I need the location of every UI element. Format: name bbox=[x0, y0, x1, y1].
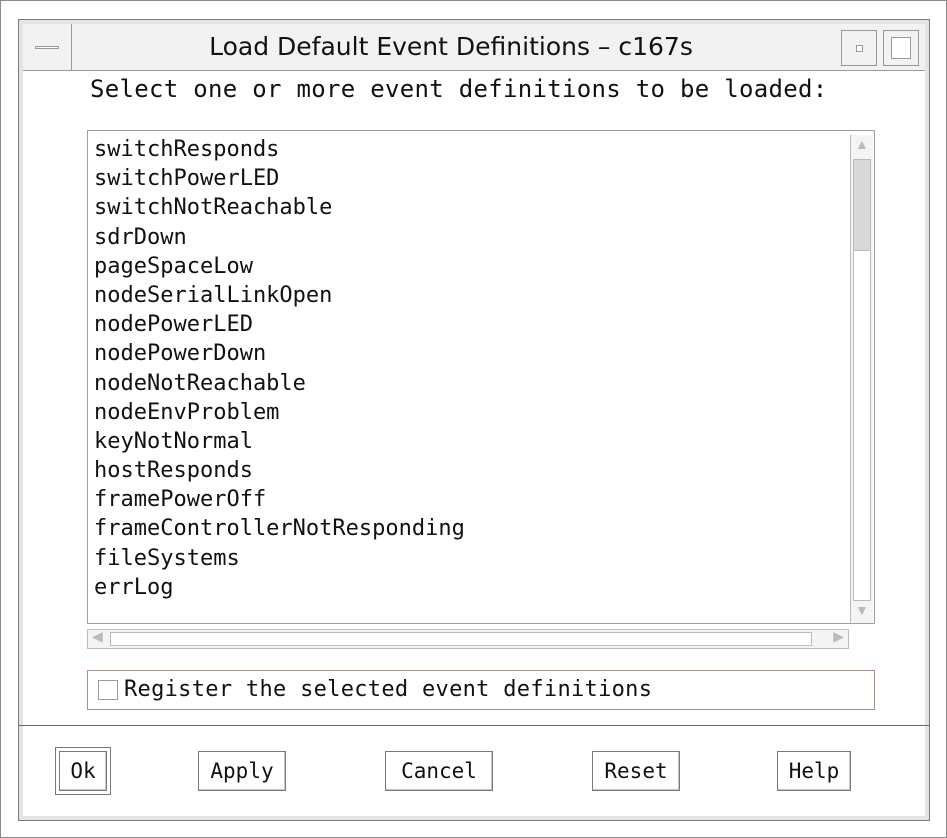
list-item[interactable]: errLog bbox=[94, 573, 874, 602]
minimize-icon[interactable] bbox=[841, 30, 877, 66]
register-option[interactable]: Register the selected event definitions bbox=[87, 670, 875, 710]
window-title: Load Default Event Definitions – c167s bbox=[209, 32, 693, 61]
list-item[interactable]: pageSpaceLow bbox=[94, 252, 874, 281]
vertical-scrollbar[interactable]: ▲ ▼ bbox=[850, 135, 873, 623]
horizontal-scrollbar[interactable]: ◀ ▶ bbox=[87, 629, 849, 649]
list-item[interactable]: nodeNotReachable bbox=[94, 369, 874, 398]
screenshot-frame: Load Default Event Definitions – c167s S… bbox=[0, 0, 947, 838]
left-arrow-icon[interactable]: ◀ bbox=[92, 631, 103, 645]
list-item[interactable]: switchNotReachable bbox=[94, 193, 874, 222]
list-item[interactable]: nodeSerialLinkOpen bbox=[94, 281, 874, 310]
register-checkbox-label[interactable]: Register the selected event definitions bbox=[124, 671, 652, 709]
reset-button[interactable]: Reset bbox=[592, 751, 680, 791]
button-separator bbox=[19, 725, 929, 726]
maximize-icon[interactable] bbox=[883, 30, 919, 66]
cancel-button[interactable]: Cancel bbox=[385, 751, 493, 791]
list-item[interactable]: switchPowerLED bbox=[94, 164, 874, 193]
event-definitions-list[interactable]: switchResponds switchPowerLED switchNotRea… bbox=[87, 130, 875, 624]
instruction-label: Select one or more event definitions to … bbox=[90, 75, 828, 103]
down-arrow-icon[interactable]: ▼ bbox=[855, 605, 869, 619]
dialog-window: Load Default Event Definitions – c167s S… bbox=[18, 19, 930, 821]
ok-button[interactable]: Ok bbox=[55, 747, 111, 795]
list-item[interactable]: sdrDown bbox=[94, 223, 874, 252]
apply-button[interactable]: Apply bbox=[198, 751, 286, 791]
list-item[interactable]: switchResponds bbox=[94, 135, 874, 164]
help-button[interactable]: Help bbox=[777, 751, 851, 791]
list-item[interactable]: nodePowerLED bbox=[94, 310, 874, 339]
scroll-thumb[interactable] bbox=[853, 159, 871, 251]
title-bar[interactable]: Load Default Event Definitions – c167s bbox=[23, 24, 925, 71]
list-item[interactable]: nodePowerDown bbox=[94, 339, 874, 368]
list-item[interactable]: framePowerOff bbox=[94, 485, 874, 514]
list-item[interactable]: nodeEnvProblem bbox=[94, 398, 874, 427]
right-arrow-icon[interactable]: ▶ bbox=[833, 631, 844, 645]
up-arrow-icon[interactable]: ▲ bbox=[855, 139, 869, 153]
list-item[interactable]: hostResponds bbox=[94, 456, 874, 485]
window-menu-icon[interactable] bbox=[23, 24, 72, 70]
list-item[interactable]: frameControllerNotResponding bbox=[94, 514, 874, 543]
list-item[interactable]: keyNotNormal bbox=[94, 427, 874, 456]
list-item[interactable]: fileSystems bbox=[94, 544, 874, 573]
scroll-track[interactable] bbox=[110, 632, 812, 646]
register-checkbox[interactable] bbox=[98, 680, 118, 700]
